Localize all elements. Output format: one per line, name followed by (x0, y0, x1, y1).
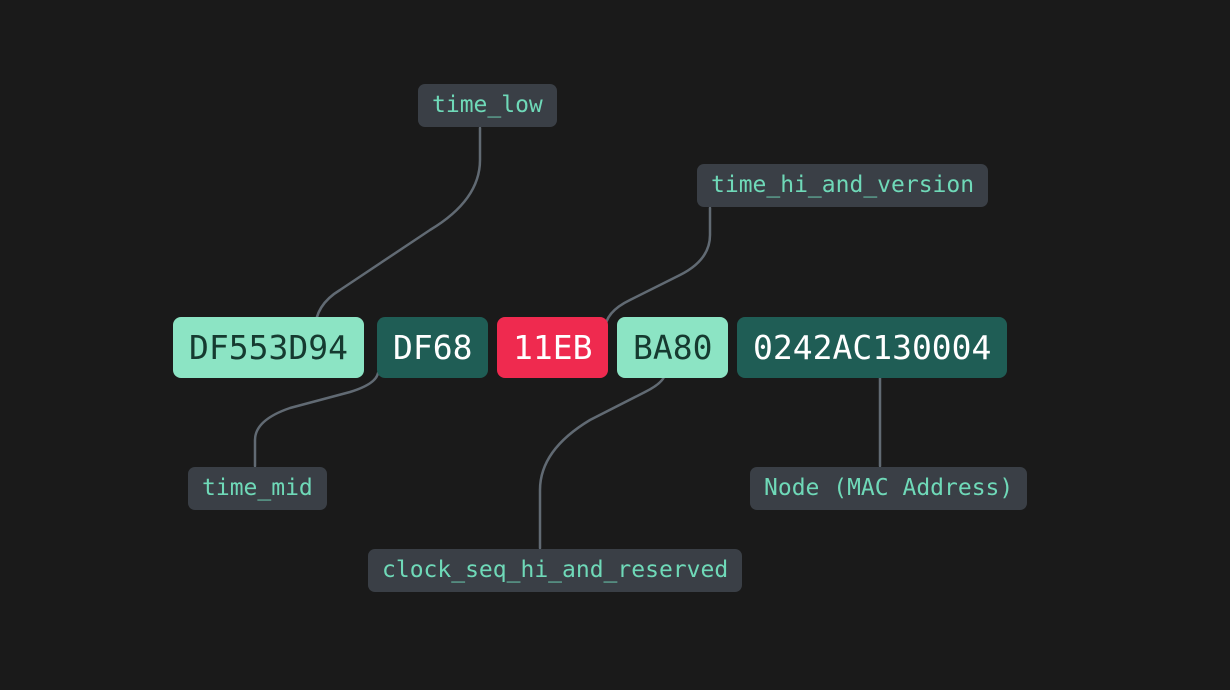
label-clock-seq: clock_seq_hi_and_reserved (368, 549, 742, 592)
segment-time-mid: DF68 (377, 317, 488, 378)
label-time-hi-and-version: time_hi_and_version (697, 164, 988, 207)
label-node: Node (MAC Address) (750, 467, 1027, 510)
segment-node: 0242AC130004 (737, 317, 1007, 378)
segment-time-low: DF553D94 (173, 317, 364, 378)
label-time-low: time_low (418, 84, 557, 127)
label-time-mid: time_mid (188, 467, 327, 510)
segment-clock-seq: BA80 (617, 317, 728, 378)
uuid-structure-diagram: DF553D94 DF68 11EB BA80 0242AC130004 tim… (0, 0, 1230, 690)
segment-time-hi-and-version: 11EB (497, 317, 608, 378)
